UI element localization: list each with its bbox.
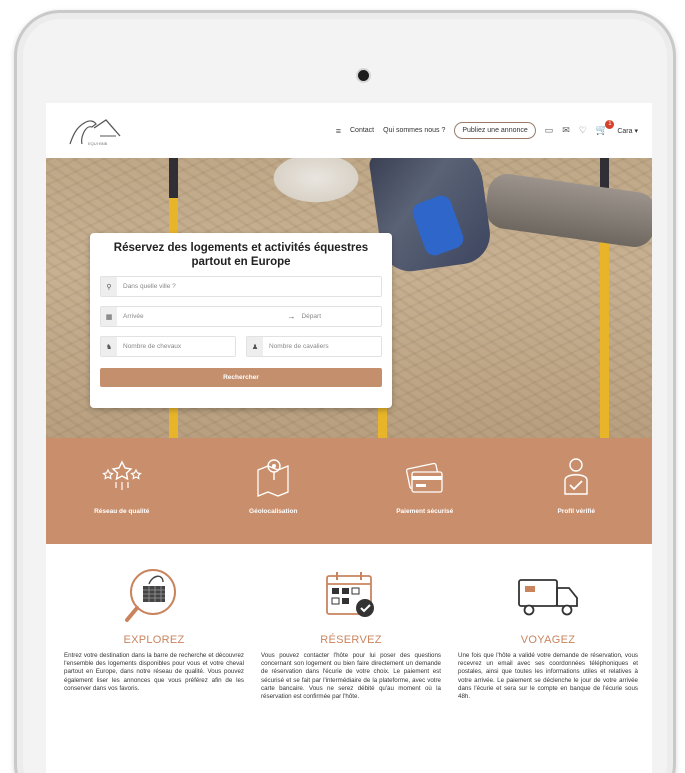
feature-geolocation: Géolocalisation	[213, 456, 333, 515]
camera-dot	[358, 70, 369, 81]
header: EQUI·BNB ≡ Contact Qui sommes nous ? Pub…	[46, 103, 652, 158]
hero-pole	[169, 158, 178, 198]
magnifier-icon	[125, 569, 176, 622]
feature-quality-network: Réseau de qualité	[62, 456, 182, 515]
menu-icon[interactable]: ≡	[336, 126, 341, 136]
city-input[interactable]: ⚲ Dans quelle ville ?	[100, 276, 382, 297]
feature-label: Paiement sécurisé	[396, 508, 454, 515]
riders-placeholder: Nombre de cavaliers	[269, 343, 329, 350]
departure-date[interactable]: Départ	[301, 313, 321, 320]
screen: EQUI·BNB ≡ Contact Qui sommes nous ? Pub…	[46, 103, 652, 773]
arrow-right-icon: →	[287, 312, 296, 321]
feature-verified-profile: Profil vérifié	[516, 456, 636, 515]
feature-secure-payment: Paiement sécurisé	[365, 456, 485, 515]
step-title: EXPLOREZ	[123, 634, 185, 646]
credit-card-icon	[405, 462, 443, 493]
step-title: VOYAGEZ	[520, 634, 576, 646]
step-book: RÉSERVEZ Vous pouvez contacter l'hôte po…	[261, 566, 441, 773]
step-text: Une fois que l'hôte a validé votre deman…	[458, 652, 638, 701]
search-button[interactable]: Rechercher	[100, 368, 382, 387]
horse-head-icon: ♞	[101, 337, 117, 356]
rider-icon: ♟	[247, 337, 263, 356]
calendar-icon: ▦	[101, 307, 117, 326]
stars-icon	[101, 460, 142, 490]
horse-truck-icon	[518, 579, 578, 616]
hero-banner: Réservez des logements et activités éque…	[46, 158, 652, 438]
step-text: Vous pouvez contacter l'hôte pour lui po…	[261, 652, 441, 701]
hero-pole	[600, 238, 609, 438]
location-pin-icon: ⚲	[101, 277, 117, 296]
feature-label: Géolocalisation	[249, 508, 298, 515]
features-band: Réseau de qualité Géolocalisation Paieme…	[46, 438, 652, 544]
top-nav: ≡ Contact Qui sommes nous ? Publiez une …	[336, 120, 638, 139]
arrival-date[interactable]: Arrivée	[123, 313, 144, 320]
map-pin-icon	[257, 459, 289, 497]
logo[interactable]: EQUI·BNB	[64, 111, 134, 151]
calendar-icon	[326, 572, 374, 617]
cart-icon[interactable]: 🛒 1	[596, 120, 615, 136]
date-range-input[interactable]: ▦ Arrivée → Départ	[100, 306, 382, 327]
search-title: Réservez des logements et activités éque…	[113, 242, 369, 268]
step-title: RÉSERVEZ	[320, 634, 382, 646]
horses-placeholder: Nombre de chevaux	[123, 343, 182, 350]
mail-icon[interactable]: ✉	[562, 125, 570, 136]
step-explore: EXPLOREZ Entrez votre destination dans l…	[64, 566, 244, 773]
city-placeholder: Dans quelle ville ?	[123, 283, 176, 290]
nav-contact[interactable]: Contact	[350, 127, 374, 134]
feature-label: Profil vérifié	[557, 508, 596, 515]
riders-count-input[interactable]: ♟ Nombre de cavaliers	[246, 336, 382, 357]
feature-label: Réseau de qualité	[94, 508, 150, 515]
publish-listing-button[interactable]: Publiez une annonce	[454, 122, 536, 139]
cart-badge: 1	[605, 120, 615, 129]
step-text: Entrez votre destination dans la barre d…	[64, 652, 244, 692]
logo-horse-icon: EQUI·BNB	[69, 118, 121, 146]
horses-count-input[interactable]: ♞ Nombre de chevaux	[100, 336, 236, 357]
language-select[interactable]: Cara ▾	[617, 127, 638, 135]
step-travel: VOYAGEZ Une fois que l'hôte a validé vot…	[458, 566, 638, 773]
nav-about[interactable]: Qui sommes nous ?	[383, 127, 445, 134]
verified-user-icon	[564, 458, 588, 495]
heart-icon[interactable]: ♡	[579, 125, 587, 136]
horse-leg	[482, 171, 652, 250]
how-it-works: EXPLOREZ Entrez votre destination dans l…	[46, 544, 652, 773]
folder-icon[interactable]: ▭	[545, 125, 554, 136]
search-card: Réservez des logements et activités éque…	[90, 233, 392, 408]
svg-text:EQUI·BNB: EQUI·BNB	[88, 141, 108, 146]
